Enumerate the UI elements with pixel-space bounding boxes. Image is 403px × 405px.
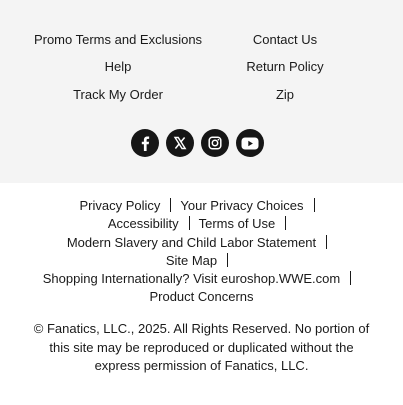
product-concerns-link[interactable]: Product Concerns xyxy=(149,289,253,304)
accessibility-link[interactable]: Accessibility xyxy=(108,216,179,231)
divider xyxy=(285,216,287,230)
x-icon[interactable] xyxy=(166,129,194,157)
divider xyxy=(188,216,190,230)
promo-terms-link[interactable]: Promo Terms and Exclusions xyxy=(34,32,202,48)
divider xyxy=(313,198,315,212)
zip-link[interactable]: Zip xyxy=(276,87,294,103)
legal-links-row-5: Shopping Internationally? Visit euroshop… xyxy=(0,271,403,287)
return-policy-link[interactable]: Return Policy xyxy=(246,59,323,75)
help-link[interactable]: Help xyxy=(105,59,132,75)
terms-of-use-link[interactable]: Terms of Use xyxy=(199,216,276,231)
divider xyxy=(326,235,328,249)
legal-links-row-4: Site Map xyxy=(0,253,403,269)
divider xyxy=(350,271,352,285)
facebook-icon[interactable] xyxy=(131,129,159,157)
legal-links-row-6: Product Concerns xyxy=(0,289,403,305)
track-order-link[interactable]: Track My Order xyxy=(73,87,163,103)
privacy-choices-link[interactable]: Your Privacy Choices xyxy=(180,198,303,213)
youtube-icon[interactable] xyxy=(236,129,264,157)
legal-links-row-2: Accessibility Terms of Use xyxy=(0,216,403,232)
site-map-link[interactable]: Site Map xyxy=(166,253,217,268)
modern-slavery-statement-link[interactable]: Modern Slavery and Child Labor Statement xyxy=(67,235,316,250)
copyright-notice: © Fanatics, LLC., 2025. All Rights Reser… xyxy=(33,321,370,373)
privacy-policy-link[interactable]: Privacy Policy xyxy=(80,198,161,213)
shopping-internationally-link[interactable]: Shopping Internationally? Visit euroshop… xyxy=(43,271,340,286)
legal-links-row-3: Modern Slavery and Child Labor Statement xyxy=(0,235,403,251)
footer-help-section: Promo Terms and Exclusions Contact Us He… xyxy=(0,0,403,183)
legal-links-row-1: Privacy Policy Your Privacy Choices xyxy=(0,198,403,214)
divider xyxy=(227,253,229,267)
divider xyxy=(170,198,172,212)
contact-us-link[interactable]: Contact Us xyxy=(253,32,317,48)
instagram-icon[interactable] xyxy=(201,129,229,157)
